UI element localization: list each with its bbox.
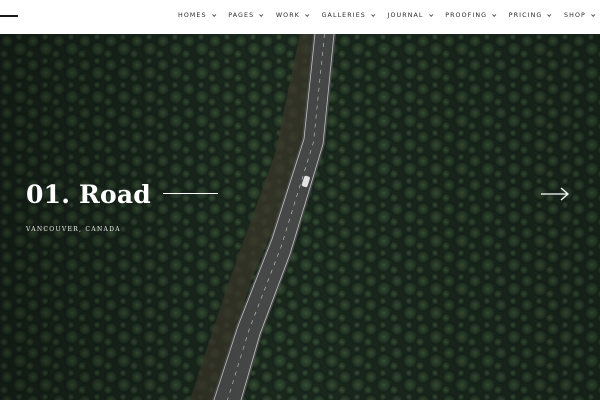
chevron-down-icon [547, 12, 552, 17]
nav-item-label: PROOFING [445, 12, 488, 19]
nav-item-journal[interactable]: JOURNAL [387, 12, 433, 19]
nav-item-label: WORK [275, 12, 300, 19]
nav-item-galleries[interactable]: GALLERIES [321, 12, 376, 19]
nav-item-label: HOMES [178, 12, 207, 19]
nav-item-label: SHOP [564, 12, 586, 19]
nav-item-label: PRICING [508, 12, 543, 19]
chevron-down-icon [305, 12, 310, 17]
nav-item-homes[interactable]: HOMES [178, 12, 216, 19]
nav-item-shop[interactable]: SHOP [564, 12, 596, 19]
chevron-down-icon [259, 12, 264, 17]
forest-road-photo [0, 34, 600, 400]
nav-item-work[interactable]: WORK [275, 12, 310, 19]
slide-title: 01. Road [26, 180, 151, 209]
slide-location: VANCOUVER, CANADA [26, 226, 121, 233]
next-slide-button[interactable] [539, 186, 571, 202]
chevron-down-icon [211, 12, 216, 17]
chevron-down-icon [370, 12, 376, 17]
nav-item-proofing[interactable]: PROOFING [445, 12, 497, 19]
nav-item-label: GALLERIES [321, 12, 366, 19]
nav-item-pages[interactable]: PAGES [228, 12, 264, 19]
chevron-down-icon [492, 12, 497, 17]
nav-item-pricing[interactable]: PRICING [508, 12, 552, 19]
main-nav: HOMES PAGES WORK GALLERIES JOURNAL PROOF… [178, 12, 596, 19]
nav-item-label: PAGES [228, 12, 255, 19]
nav-item-label: JOURNAL [387, 12, 424, 19]
hero-slider: 01. Road VANCOUVER, CANADA [0, 34, 600, 400]
arrow-right-icon [541, 187, 569, 201]
title-divider [163, 193, 218, 194]
chevron-down-icon [428, 12, 433, 17]
site-header: HOMES PAGES WORK GALLERIES JOURNAL PROOF… [0, 0, 600, 34]
menu-icon[interactable] [0, 15, 18, 17]
chevron-down-icon [590, 12, 596, 17]
